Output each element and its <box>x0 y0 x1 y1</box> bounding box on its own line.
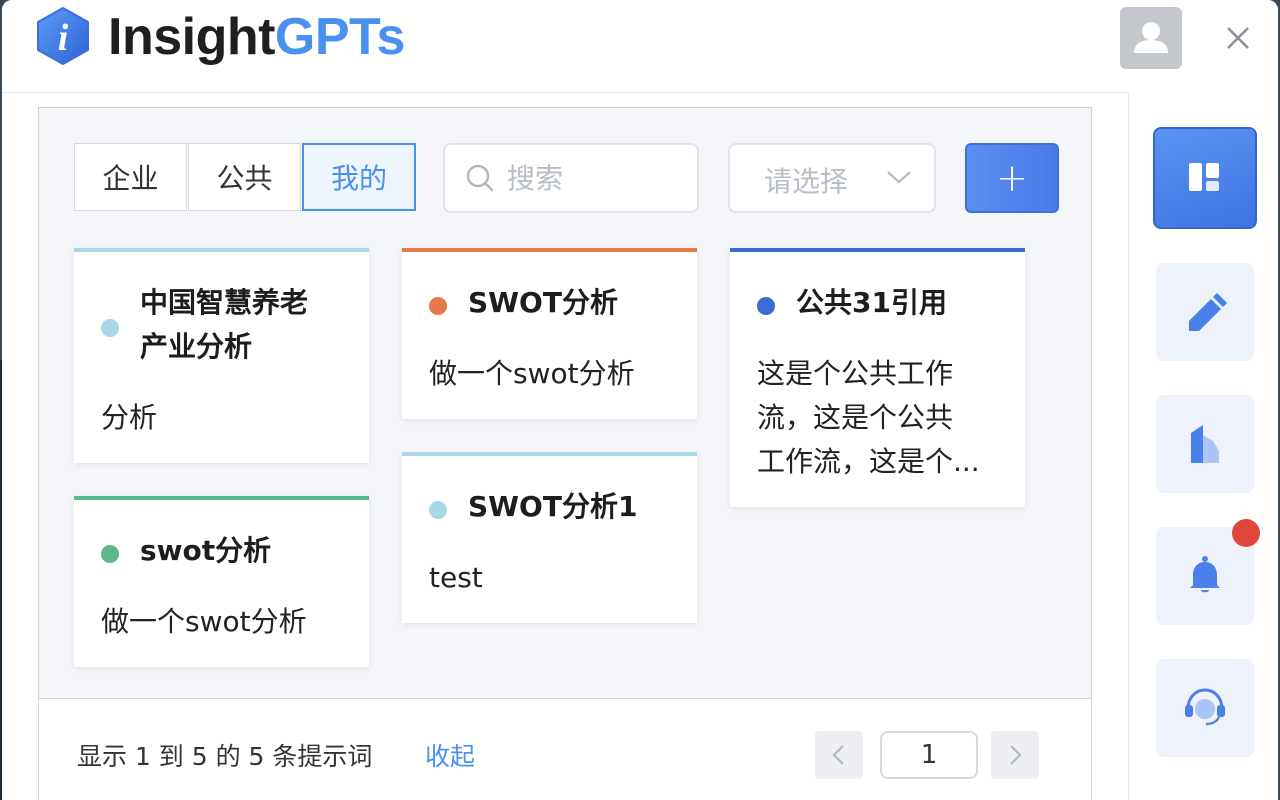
chevron-left-icon <box>832 745 844 765</box>
tab-public[interactable]: 公共 <box>188 143 301 211</box>
tab-mine[interactable]: 我的 <box>302 143 416 211</box>
card-title: 中国智慧养老 产业分析 <box>140 281 308 369</box>
card-description: 分析 <box>101 401 158 434</box>
card-dot <box>101 319 119 337</box>
card-description: 这是个公共工作 流，这是个公共 工作流，这是个... <box>757 352 980 484</box>
search-icon <box>466 164 494 192</box>
header: i InsightGPTs <box>2 0 1278 93</box>
right-sidebar <box>1128 92 1278 800</box>
prompt-card[interactable]: SWOT分析 做一个swot分析 <box>402 248 697 419</box>
card-description: test <box>429 561 483 594</box>
desktop-background-edge <box>0 360 2 800</box>
svg-text:i: i <box>58 17 69 59</box>
prompt-card[interactable]: swot分析 做一个swot分析 <box>74 496 369 667</box>
close-icon <box>1227 27 1249 49</box>
collapse-link[interactable]: 收起 <box>425 737 475 773</box>
prompt-card[interactable]: 公共31引用 这是个公共工作 流，这是个公共 工作流，这是个... <box>730 248 1025 507</box>
app-window: i InsightGPTs 企业 公共 我的 搜索 请选择 + 中国智慧养老 产… <box>2 0 1278 800</box>
pen-icon <box>1189 293 1227 331</box>
close-button[interactable] <box>1222 22 1254 54</box>
card-dot <box>429 297 447 315</box>
support-headset-icon <box>1185 688 1225 726</box>
prompt-card[interactable]: 中国智慧养老 产业分析 分析 <box>74 248 369 463</box>
building-icon <box>1191 425 1219 463</box>
card-dot <box>757 297 775 315</box>
prev-page-button[interactable] <box>815 731 863 779</box>
card-title-line: 产业分析 <box>140 330 253 363</box>
search-input[interactable] <box>507 155 687 201</box>
card-title: SWOT分析1 <box>468 490 638 523</box>
card-dot <box>101 545 119 563</box>
card-title: 公共31引用 <box>796 286 947 319</box>
pagination-footer: 显示 1 到 5 的 5 条提示词 收起 <box>39 698 1091 800</box>
brand-part-2: GPTs <box>274 8 405 66</box>
sidebar-edit-button[interactable] <box>1156 263 1254 361</box>
prompt-card[interactable]: SWOT分析1 test <box>402 452 697 623</box>
notification-badge <box>1232 519 1260 547</box>
search-box <box>443 143 699 213</box>
card-dot <box>429 501 447 519</box>
prompt-panel: 企业 公共 我的 请选择 + 中国智慧养老 产业分析 分析 <box>38 107 1092 800</box>
card-description-line: 流，这是个公共 <box>757 401 954 434</box>
category-select[interactable]: 请选择 <box>728 143 936 213</box>
user-avatar[interactable] <box>1120 7 1182 69</box>
card-description: 做一个swot分析 <box>429 357 635 390</box>
brand-title: InsightGPTs <box>108 2 405 72</box>
card-description-line: 这是个公共工作 <box>757 357 954 390</box>
user-icon <box>1134 22 1168 53</box>
dashboard-icon <box>1189 163 1219 191</box>
tab-enterprise[interactable]: 企业 <box>74 143 187 211</box>
brand-part-1: Insight <box>108 8 275 66</box>
page-number-input[interactable] <box>880 731 978 779</box>
chevron-right-icon <box>1010 745 1022 765</box>
chevron-down-icon <box>887 171 911 184</box>
logo-icon: i <box>34 6 92 66</box>
select-placeholder: 请选择 <box>764 165 849 198</box>
sidebar-support-button[interactable] <box>1156 659 1254 757</box>
next-page-button[interactable] <box>991 731 1039 779</box>
sidebar-dashboard-button[interactable] <box>1153 127 1257 229</box>
card-title-line: 中国智慧养老 <box>140 286 309 319</box>
card-description: 做一个swot分析 <box>101 605 307 638</box>
sidebar-building-button[interactable] <box>1156 395 1254 493</box>
card-description-line: 工作流，这是个... <box>757 445 980 478</box>
result-summary: 显示 1 到 5 的 5 条提示词 <box>77 742 373 771</box>
card-title: SWOT分析 <box>468 286 618 319</box>
add-button[interactable]: + <box>965 143 1059 213</box>
add-label: + <box>996 156 1028 200</box>
card-title: swot分析 <box>140 534 272 567</box>
